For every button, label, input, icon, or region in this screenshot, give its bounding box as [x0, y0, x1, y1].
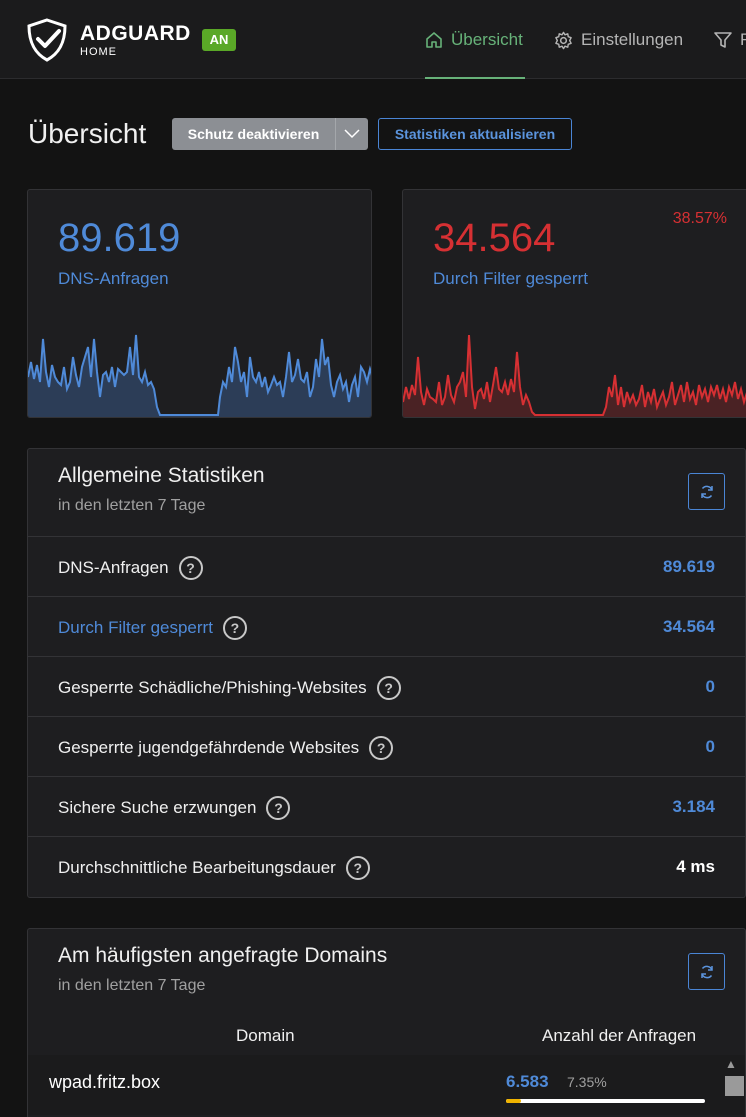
- refresh-statistics-button[interactable]: Statistiken aktualisieren: [378, 118, 572, 150]
- adult-row-value: 0: [705, 737, 715, 756]
- top-domains-title: Am häufigsten angefragte Domains: [58, 944, 388, 967]
- stat-row-avg-time: Durchschnittliche Bearbeitungsdauer ? 4 …: [28, 836, 745, 896]
- stat-row-safesearch: Sichere Suche erzwungen ? 3.184: [28, 776, 745, 836]
- domain-progress-fill: [506, 1099, 521, 1103]
- stat-row-dns-queries: DNS-Anfragen ? 89.619: [28, 536, 745, 596]
- blocked-percent: 38.57%: [672, 210, 727, 227]
- nav-overview[interactable]: Übersicht: [425, 30, 523, 50]
- brand-name: ADGUARD: [80, 22, 191, 45]
- dns-queries-row-value: 89.619: [663, 557, 715, 576]
- stat-row-label-wrap: Sichere Suche erzwungen ?: [58, 796, 291, 820]
- help-icon[interactable]: ?: [222, 616, 247, 640]
- blocked-sparkline: [403, 334, 746, 417]
- nav-active-indicator: [425, 77, 525, 79]
- dns-queries-label: DNS-Anfragen: [58, 269, 169, 288]
- blocked-row-value: 34.564: [663, 617, 715, 636]
- column-header-domain[interactable]: Domain: [236, 1026, 295, 1046]
- scroll-up-arrow[interactable]: ▲: [725, 1057, 737, 1071]
- adguard-shield-logo[interactable]: [26, 18, 68, 62]
- chevron-down-icon: [344, 129, 360, 139]
- help-icon[interactable]: ?: [369, 736, 394, 760]
- dns-queries-card[interactable]: 89.619 DNS-Anfragen: [27, 189, 372, 418]
- general-statistics-title: Allgemeine Statistiken: [58, 464, 265, 487]
- blocked-filter-card[interactable]: 34.564 Durch Filter gesperrt 38.57%: [402, 189, 746, 418]
- domain-progress-track: [506, 1099, 705, 1103]
- brand-subtitle: HOME: [80, 46, 117, 58]
- refresh-icon: [700, 965, 713, 978]
- stat-row-label-wrap: Durchschnittliche Bearbeitungsdauer ?: [58, 856, 370, 880]
- dns-queries-row-label: DNS-Anfragen: [58, 558, 169, 577]
- refresh-icon: [700, 485, 713, 498]
- nav-filters-label: F: [740, 30, 746, 49]
- safesearch-row-label: Sichere Suche erzwungen: [58, 798, 257, 817]
- top-domains-refresh-button[interactable]: [688, 953, 725, 990]
- column-header-count[interactable]: Anzahl der Anfragen: [542, 1026, 696, 1046]
- avg-time-row-value: 4 ms: [676, 857, 715, 876]
- safesearch-row-value: 3.184: [672, 797, 715, 816]
- top-domains-card: Am häufigsten angefragte Domains in den …: [27, 928, 746, 1117]
- stat-row-label-wrap: Gesperrte jugendgefährdende Websites ?: [58, 736, 394, 760]
- language-badge[interactable]: AN: [202, 29, 236, 51]
- stat-row-label-wrap: DNS-Anfragen ?: [58, 556, 203, 580]
- table-row[interactable]: wpad.fritz.box 6.583 7.35%: [28, 1055, 745, 1115]
- stat-row-label-wrap: Gesperrte Schädliche/Phishing-Websites ?: [58, 676, 401, 700]
- stat-row-adult: Gesperrte jugendgefährdende Websites ? 0: [28, 716, 745, 776]
- nav-settings[interactable]: Einstellungen: [554, 30, 683, 50]
- avg-time-row-label: Durchschnittliche Bearbeitungsdauer: [58, 858, 336, 877]
- disable-protection-label[interactable]: Schutz deaktivieren: [172, 118, 335, 150]
- protection-dropdown-toggle[interactable]: [335, 118, 368, 150]
- scrollbar-thumb[interactable]: [725, 1076, 744, 1096]
- dns-queries-value: 89.619: [58, 216, 181, 260]
- domain-count: 6.583: [506, 1072, 549, 1091]
- top-header: ADGUARD HOME AN Übersicht Einstellungen …: [0, 0, 746, 79]
- help-icon[interactable]: ?: [345, 856, 370, 880]
- filter-icon: [714, 32, 732, 48]
- general-statistics-card: Allgemeine Statistiken in den letzten 7 …: [27, 448, 746, 898]
- nav-settings-label: Einstellungen: [581, 30, 684, 49]
- top-domains-subtitle: in den letzten 7 Tage: [58, 977, 206, 994]
- dns-queries-sparkline: [28, 334, 371, 417]
- domain-percent: 7.35%: [567, 1074, 607, 1090]
- phishing-row-label: Gesperrte Schädliche/Phishing-Websites: [58, 678, 367, 697]
- help-icon[interactable]: ?: [376, 676, 401, 700]
- page-title: Übersicht: [28, 118, 147, 149]
- blocked-row-label[interactable]: Durch Filter gesperrt: [58, 618, 213, 638]
- general-statistics-subtitle: in den letzten 7 Tage: [58, 497, 206, 514]
- nav-filters[interactable]: F: [714, 30, 746, 50]
- domain-name[interactable]: wpad.fritz.box: [49, 1072, 160, 1093]
- nav-overview-label: Übersicht: [451, 30, 523, 49]
- phishing-row-value: 0: [705, 677, 715, 696]
- gear-icon: [555, 31, 572, 49]
- adult-row-label: Gesperrte jugendgefährdende Websites: [58, 738, 360, 757]
- stat-row-blocked: Durch Filter gesperrt ? 34.564: [28, 596, 745, 656]
- home-icon: [426, 32, 442, 48]
- help-icon[interactable]: ?: [266, 796, 291, 820]
- stat-row-label-wrap: Durch Filter gesperrt ?: [58, 616, 247, 640]
- disable-protection-button[interactable]: Schutz deaktivieren: [172, 118, 368, 150]
- blocked-value: 34.564: [433, 216, 556, 260]
- blocked-label: Durch Filter gesperrt: [433, 269, 588, 288]
- general-statistics-refresh-button[interactable]: [688, 473, 725, 510]
- stat-row-phishing: Gesperrte Schädliche/Phishing-Websites ?…: [28, 656, 745, 716]
- help-icon[interactable]: ?: [178, 556, 203, 580]
